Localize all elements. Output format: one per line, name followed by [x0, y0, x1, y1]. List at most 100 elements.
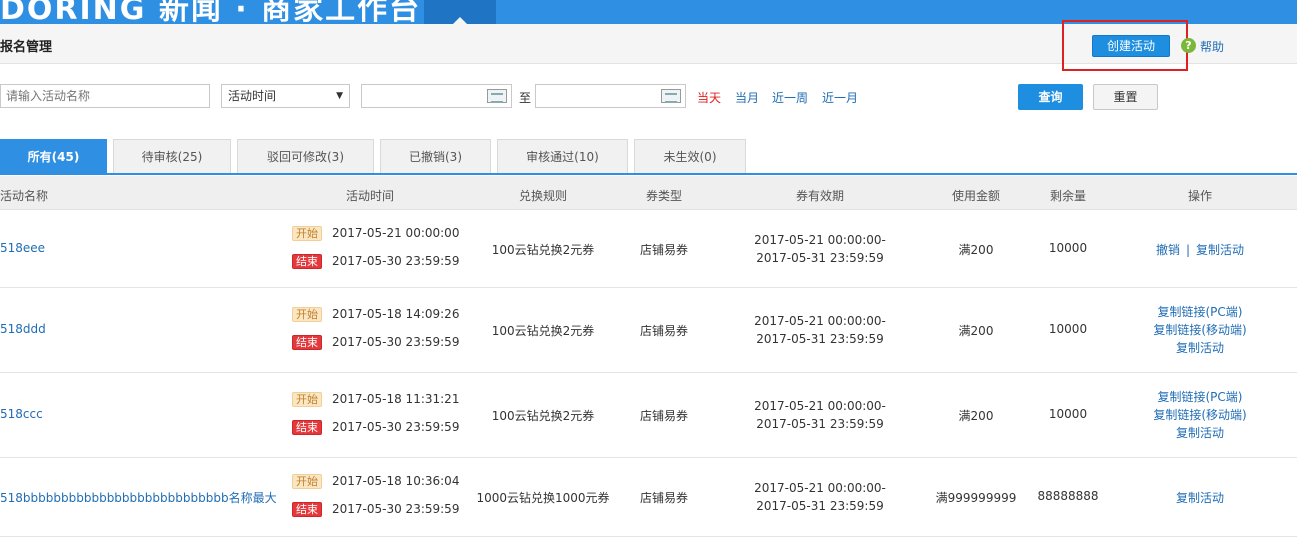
status-tabs: 所有(45) 待审核(25) 驳回可修改(3) 已撤销(3) 审核通过(10) …	[0, 139, 1297, 175]
validity-from: 2017-05-21 00:00:00-	[754, 481, 886, 495]
tab-rejected-editable[interactable]: 驳回可修改(3)	[237, 139, 374, 173]
validity-to: 2017-05-31 23:59:59	[756, 417, 884, 431]
start-time-value: 2017-05-21 00:00:00	[332, 226, 460, 240]
copy-link-pc-link[interactable]: 复制链接(PC端)	[1153, 388, 1246, 406]
activity-name-link[interactable]: 518eee	[0, 241, 45, 255]
time-type-select-value: 活动时间	[228, 89, 277, 103]
column-header-amount: 使用金额	[951, 189, 1001, 203]
row-actions: 撤销 | 复制活动	[1156, 241, 1244, 258]
active-caret-icon	[453, 17, 467, 24]
revoke-link[interactable]: 撤销	[1156, 243, 1180, 257]
copy-activity-link[interactable]: 复制活动	[1196, 243, 1244, 257]
start-time-value: 2017-05-18 10:36:04	[332, 474, 460, 488]
remaining-quantity: 10000	[1048, 241, 1088, 255]
column-header-remaining: 剩余量	[1049, 189, 1087, 203]
exchange-rule: 1000云钻兑换1000元券	[476, 491, 610, 505]
help-link[interactable]: 帮助	[1200, 38, 1224, 55]
coupon-validity: 2017-05-21 00:00:00- 2017-05-31 23:59:59	[754, 312, 886, 348]
date-range-separator: 至	[519, 91, 532, 105]
copy-activity-link[interactable]: 复制活动	[1153, 424, 1246, 442]
coupon-validity: 2017-05-21 00:00:00- 2017-05-31 23:59:59	[754, 479, 886, 515]
end-time-value: 2017-05-30 23:59:59	[332, 335, 460, 349]
row-actions: 复制链接(PC端) 复制链接(移动端) 复制活动	[1153, 303, 1246, 357]
column-header-rule: 兑换规则	[518, 189, 568, 203]
quick-filter-this-month[interactable]: 当月	[735, 89, 759, 106]
column-header-validity: 券有效期	[795, 189, 845, 203]
coupon-type: 店铺易券	[639, 491, 689, 505]
usage-amount: 满200	[958, 409, 994, 423]
remaining-quantity: 10000	[1048, 322, 1088, 336]
copy-activity-link[interactable]: 复制活动	[1176, 491, 1224, 505]
coupon-type: 店铺易券	[639, 409, 689, 423]
column-header-name: 活动名称	[0, 189, 49, 203]
table-row: 518ccc 开始 2017-05-18 11:31:21 结束 2017-05-3…	[0, 374, 1297, 458]
end-tag: 结束	[292, 254, 322, 269]
end-time: 结束 2017-05-30 23:59:59	[292, 254, 459, 269]
validity-to: 2017-05-31 23:59:59	[756, 499, 884, 513]
usage-amount: 满200	[958, 324, 994, 338]
end-time: 结束 2017-05-30 23:59:59	[292, 420, 459, 435]
activity-name-search-input[interactable]	[0, 84, 210, 108]
validity-from: 2017-05-21 00:00:00-	[754, 233, 886, 247]
start-tag: 开始	[292, 474, 322, 489]
start-date-input[interactable]	[361, 84, 512, 108]
table-row: 518bbbbbbbbbbbbbbbbbbbbbbbbbbb名称最大 开始 201…	[0, 459, 1297, 537]
activity-name-link[interactable]: 518ddd	[0, 322, 46, 336]
reset-button[interactable]: 重置	[1093, 84, 1158, 110]
copy-link-pc-link[interactable]: 复制链接(PC端)	[1153, 303, 1246, 321]
top-nav-bar: DORING 新闻 · 商家工作台	[0, 0, 1297, 24]
end-date-input[interactable]	[535, 84, 686, 108]
end-tag: 结束	[292, 502, 322, 517]
end-time: 结束 2017-05-30 23:59:59	[292, 335, 459, 350]
brand-logo: DORING 新闻 · 商家工作台	[0, 0, 422, 24]
start-tag: 开始	[292, 226, 322, 241]
quick-filter-today[interactable]: 当天	[697, 89, 721, 106]
copy-link-mobile-link[interactable]: 复制链接(移动端)	[1153, 406, 1246, 424]
tab-approved[interactable]: 审核通过(10)	[497, 139, 628, 173]
tab-revoked[interactable]: 已撤销(3)	[380, 139, 491, 173]
tab-not-effective[interactable]: 未生效(0)	[634, 139, 746, 173]
quick-filter-last-month[interactable]: 近一月	[822, 89, 858, 106]
end-time-value: 2017-05-30 23:59:59	[332, 254, 460, 268]
remaining-quantity: 88888888	[1037, 489, 1099, 503]
dropdown-arrow-icon: ▼	[336, 91, 343, 101]
activity-name-link[interactable]: 518bbbbbbbbbbbbbbbbbbbbbbbbbbb名称最大	[0, 489, 277, 506]
row-actions: 复制链接(PC端) 复制链接(移动端) 复制活动	[1153, 388, 1246, 442]
tab-all[interactable]: 所有(45)	[0, 139, 107, 173]
nav-item-active[interactable]	[424, 0, 496, 24]
end-time-value: 2017-05-30 23:59:59	[332, 502, 460, 516]
exchange-rule: 100云钻兑换2元券	[491, 409, 595, 423]
table-row: 518eee 开始 2017-05-21 00:00:00 结束 2017-05-3…	[0, 211, 1297, 288]
copy-activity-link[interactable]: 复制活动	[1153, 339, 1246, 357]
table-row: 518ddd 开始 2017-05-18 14:09:26 结束 2017-05-3…	[0, 289, 1297, 373]
validity-to: 2017-05-31 23:59:59	[756, 332, 884, 346]
column-header-actions: 操作	[1187, 189, 1213, 203]
start-time: 开始 2017-05-21 00:00:00	[292, 226, 459, 241]
coupon-type: 店铺易券	[639, 324, 689, 338]
validity-from: 2017-05-21 00:00:00-	[754, 314, 886, 328]
remaining-quantity: 10000	[1048, 407, 1088, 421]
column-header-time: 活动时间	[345, 189, 395, 203]
create-activity-button[interactable]: 创建活动	[1092, 35, 1170, 57]
end-tag: 结束	[292, 420, 322, 435]
tab-pending-review[interactable]: 待审核(25)	[113, 139, 231, 173]
query-button[interactable]: 查询	[1018, 84, 1083, 110]
usage-amount: 满999999999	[935, 491, 1017, 505]
start-time: 开始 2017-05-18 14:09:26	[292, 307, 459, 322]
activity-name-link[interactable]: 518ccc	[0, 407, 43, 421]
coupon-validity: 2017-05-21 00:00:00- 2017-05-31 23:59:59	[754, 231, 886, 267]
column-header-type: 券类型	[645, 189, 683, 203]
quick-filter-last-week[interactable]: 近一周	[772, 89, 808, 106]
start-tag: 开始	[292, 392, 322, 407]
copy-link-mobile-link[interactable]: 复制链接(移动端)	[1153, 321, 1246, 339]
time-type-select[interactable]: 活动时间 ▼	[221, 84, 350, 108]
action-separator: |	[1185, 243, 1191, 257]
calendar-icon[interactable]	[487, 89, 507, 103]
question-icon[interactable]: ?	[1181, 38, 1196, 53]
usage-amount: 满200	[958, 243, 994, 257]
exchange-rule: 100云钻兑换2元券	[491, 324, 595, 338]
row-actions: 复制活动	[1176, 489, 1224, 506]
validity-to: 2017-05-31 23:59:59	[756, 251, 884, 265]
calendar-icon[interactable]	[661, 89, 681, 103]
start-time: 开始 2017-05-18 10:36:04	[292, 474, 459, 489]
